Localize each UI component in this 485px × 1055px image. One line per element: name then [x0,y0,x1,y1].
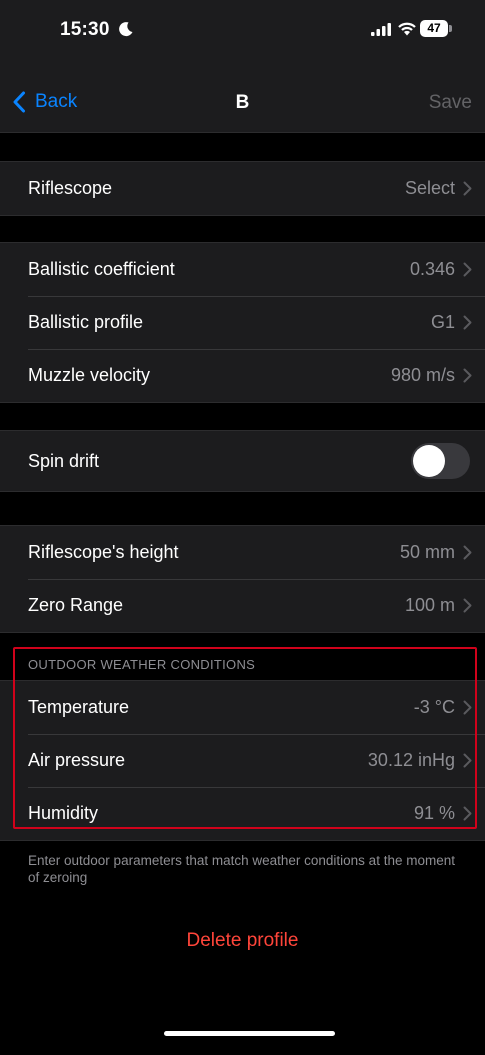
zero-range-row[interactable]: Zero Range 100 m [0,579,485,632]
row-label: Ballistic profile [28,312,144,332]
row-label: Spin drift [28,450,100,471]
riflescope-height-row[interactable]: Riflescope's height 50 mm [0,526,485,579]
ballistics-group: Ballistic coefficient 0.346 Ballistic pr… [0,242,485,403]
row-label: Muzzle velocity [28,365,151,385]
chevron-right-icon [463,598,472,613]
chevron-right-icon [463,315,472,330]
row-value: 100 m [404,595,455,615]
nav-bar: Back B Save [0,70,485,133]
row-label: Riflescope's height [28,542,179,562]
save-button[interactable]: Save [429,92,472,114]
chevron-right-icon [463,181,472,196]
status-bar: 15:30 47 [0,0,485,70]
moon-icon [119,22,133,37]
chevron-right-icon [463,700,472,715]
row-label: Ballistic coefficient [28,259,175,279]
row-value: 91 % [413,803,455,823]
row-value: 50 mm [399,542,455,562]
battery-icon: 47 [420,20,448,37]
weather-footer-note: Enter outdoor parameters that match weat… [28,853,455,885]
row-value: -3 °C [413,697,455,717]
muzzle-velocity-row[interactable]: Muzzle velocity 980 m/s [0,349,485,402]
row-label: Humidity [28,803,99,823]
zero-group: Riflescope's height 50 mm Zero Range 100… [0,525,485,633]
delete-profile-button[interactable]: Delete profile [0,930,485,952]
weather-group: Temperature -3 °C Air pressure 30.12 inH… [0,680,485,841]
chevron-right-icon [463,753,472,768]
ballistic-profile-row[interactable]: Ballistic profile G1 [0,296,485,349]
weather-section-header: OUTDOOR WEATHER CONDITIONS [28,657,256,672]
home-indicator[interactable] [164,1031,335,1036]
row-value: 980 m/s [390,365,455,385]
row-value: 30.12 inHg [367,750,455,770]
air-pressure-row[interactable]: Air pressure 30.12 inHg [0,734,485,787]
spin-drift-group: Spin drift [0,430,485,492]
row-value: Select [404,178,455,198]
row-value: 0.346 [409,259,455,279]
riflescope-row[interactable]: Riflescope Select [0,162,485,215]
riflescope-group: Riflescope Select [0,161,485,216]
signal-icon [371,23,391,36]
spin-drift-row: Spin drift [0,431,485,491]
chevron-right-icon [463,545,472,560]
row-label: Air pressure [28,750,126,770]
wifi-icon [398,22,416,36]
spin-drift-toggle[interactable] [411,443,470,479]
row-label: Riflescope [28,178,113,198]
battery-cap [449,25,452,32]
toggle-knob [413,445,445,477]
humidity-row[interactable]: Humidity 91 % [0,787,485,840]
chevron-right-icon [463,368,472,383]
ballistic-coefficient-row[interactable]: Ballistic coefficient 0.346 [0,243,485,296]
temperature-row[interactable]: Temperature -3 °C [0,681,485,734]
row-label: Temperature [28,697,130,717]
page-title: B [235,92,250,113]
chevron-right-icon [463,262,472,277]
row-label: Zero Range [28,595,124,615]
chevron-right-icon [463,806,472,821]
row-value: G1 [430,312,455,332]
status-time: 15:30 [60,19,110,40]
